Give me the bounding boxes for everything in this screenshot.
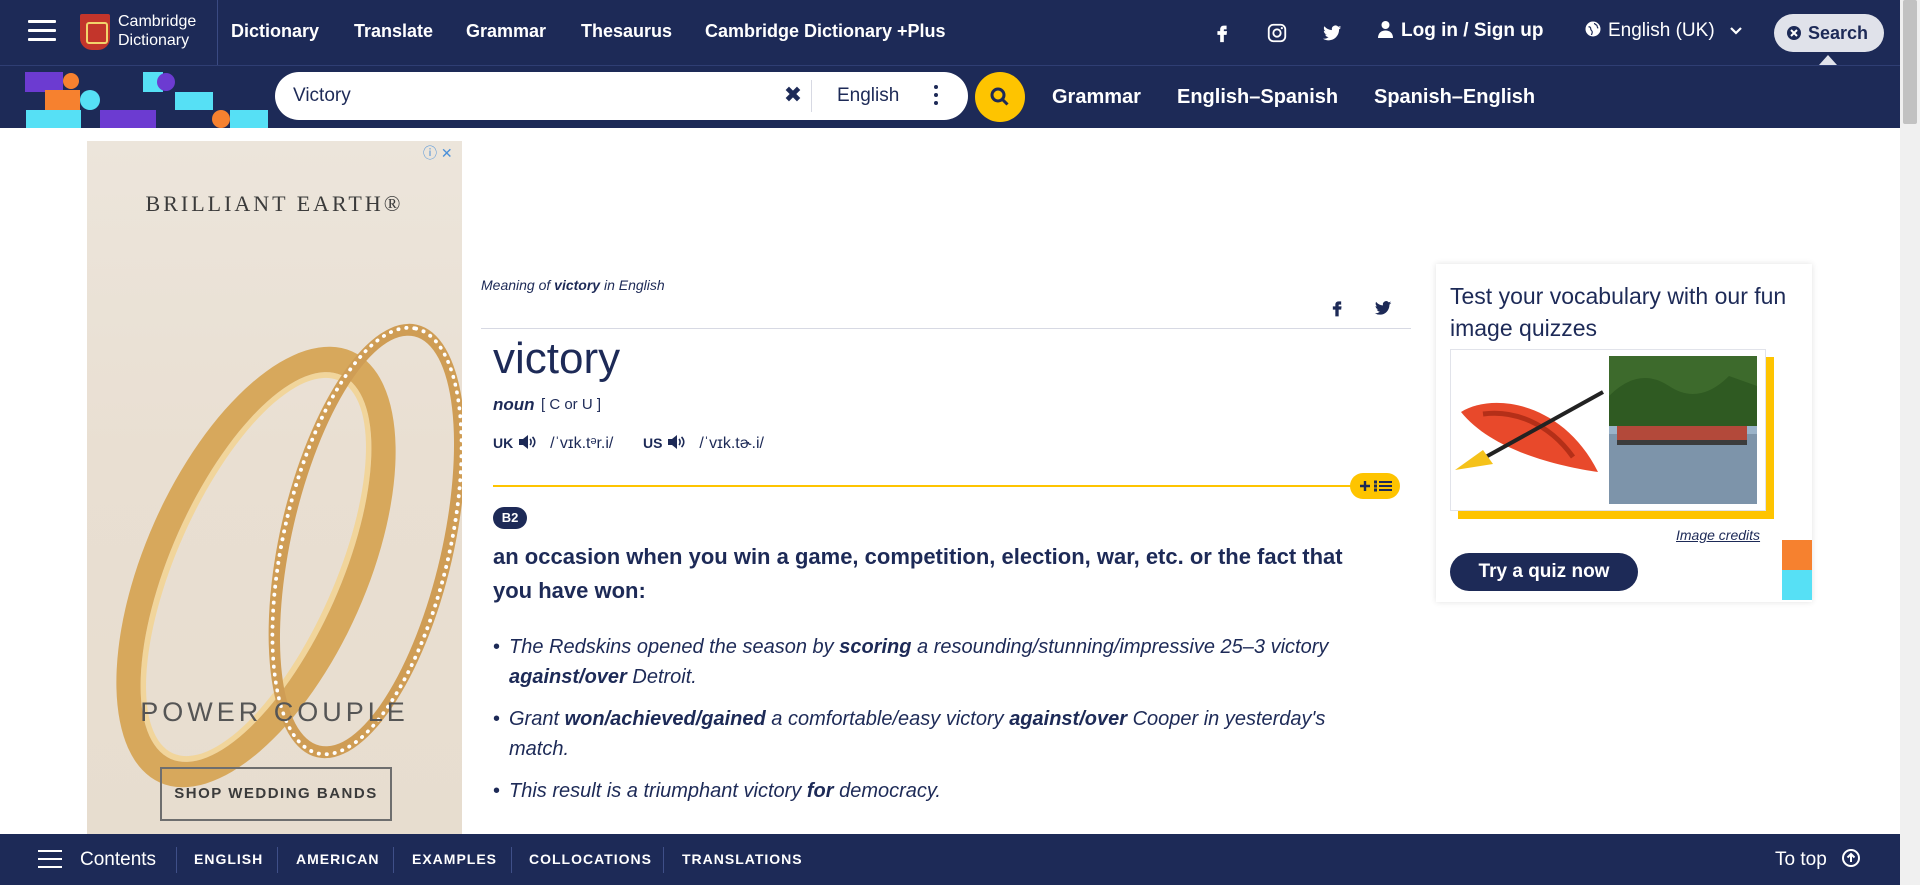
logo-line1: Cambridge [118,13,197,30]
login-label: Log in / Sign up [1401,20,1544,41]
quiz-title: Test your vocabulary with our fun image … [1450,283,1787,341]
definition: an occasion when you win a game, competi… [493,544,1343,603]
grammar-code: [ C or U ] [541,396,602,413]
speaker-uk-icon[interactable] [518,434,536,450]
kayak-image [1453,352,1605,504]
logo-line2: Dictionary [118,32,190,49]
search-icon [990,87,1009,106]
search-pointer [1819,55,1837,65]
language-selector[interactable]: English (UK) [1584,0,1742,62]
nav-grammar[interactable]: Grammar [466,0,546,62]
link-english-spanish[interactable]: English–Spanish [1177,66,1338,128]
twitter-icon[interactable] [1321,22,1343,44]
instagram-icon[interactable] [1266,22,1288,44]
divider [663,847,664,873]
uk-label: UK [493,435,514,451]
us-label: US [643,435,663,451]
arrow-up-icon [1842,849,1861,867]
ad-cta-button[interactable]: SHOP WEDDING BANDS [160,767,392,821]
decorative-square [1782,570,1812,600]
share-twitter-icon[interactable] [1373,298,1393,318]
contents-menu-icon[interactable] [38,850,62,868]
link-spanish-english[interactable]: Spanish–English [1374,66,1535,128]
page-scrollbar[interactable] [1900,0,1920,885]
search-field[interactable]: Victory ✖ English [275,72,968,120]
search-bar: Victory ✖ English Grammar English–Spanis… [0,66,1900,128]
crest-icon [80,14,110,50]
close-icon [1787,26,1801,40]
contents-bar: Contents ENGLISH AMERICAN EXAMPLES COLLO… [0,834,1900,885]
divider [811,80,812,112]
quiz-images[interactable] [1450,349,1766,511]
tab-english[interactable]: ENGLISH [194,834,263,885]
us-ipa: /ˈvɪk.tɚ.i/ [699,435,764,452]
divider [217,0,218,65]
uk-ipa: /ˈvɪk.tᵊr.i/ [550,435,614,452]
top-nav-bar: Cambridge Dictionary Dictionary Translat… [0,0,1900,66]
search-submit-button[interactable] [975,72,1025,122]
ad-brand: BRILLIANT EARTH® [145,191,404,216]
tab-examples[interactable]: EXAMPLES [412,834,497,885]
nav-plus[interactable]: Cambridge Dictionary +Plus [705,0,946,62]
meaning-prefix: Meaning of [481,277,551,293]
divider [511,847,512,873]
tab-american[interactable]: AMERICAN [296,834,379,885]
divider [277,847,278,873]
chevron-down-icon [1730,27,1742,35]
example-1: • The Redskins opened the season by scor… [493,636,1329,688]
meaning-word: victory [554,277,601,293]
speaker-us-icon[interactable] [667,434,685,450]
globe-icon [1585,21,1601,37]
to-top-label: To top [1775,849,1827,870]
clear-search-icon[interactable]: ✖ [782,84,804,106]
main-menu-icon[interactable] [28,20,56,42]
us-pronunciation: US /ˈvɪk.tɚ.i/ [643,434,764,453]
more-options-icon[interactable] [933,85,939,107]
login-link[interactable]: Log in / Sign up [1378,0,1543,62]
quiz-promo: Test your vocabulary with our fun image … [1436,264,1812,602]
meaning-label: Meaning of victory in English [481,277,665,293]
user-icon [1378,21,1393,38]
ad-choices-icon[interactable]: ⓘ ✕ [423,143,461,161]
meaning-suffix: in English [603,277,665,293]
plus-list-icon [1360,480,1392,492]
search-toggle-label: Search [1808,23,1869,43]
cefr-level-badge: B2 [493,507,527,529]
share-facebook-icon[interactable] [1327,298,1347,318]
try-quiz-button[interactable]: Try a quiz now [1450,553,1638,591]
dictionary-select[interactable]: English [837,72,899,120]
ad-tagline: POWER COUPLE [140,697,409,727]
nav-dictionary[interactable]: Dictionary [231,0,319,62]
example-2: • Grant won/achieved/gained a comfortabl… [493,708,1326,760]
facebook-icon[interactable] [1211,22,1233,44]
section-divider [493,485,1353,487]
add-to-wordlist-button[interactable] [1350,473,1400,499]
link-grammar[interactable]: Grammar [1052,66,1141,128]
search-toggle-button[interactable]: Search [1774,14,1884,52]
divider [481,328,1411,329]
to-top-button[interactable]: To top [1775,834,1861,885]
language-label: English (UK) [1608,20,1715,41]
barge-image [1609,356,1757,504]
tab-collocations[interactable]: COLLOCATIONS [529,834,652,885]
scrollbar-thumb[interactable] [1903,0,1917,124]
nav-translate[interactable]: Translate [354,0,433,62]
tab-translations[interactable]: TRANSLATIONS [682,834,803,885]
decorative-square [1782,540,1812,570]
search-input[interactable]: Victory [293,72,351,120]
contents-label[interactable]: Contents [80,834,156,885]
divider [176,847,177,873]
advertisement[interactable]: ⓘ ✕ BRILLIANT EARTH® POWER COUPLE SHOP W… [87,141,462,835]
headword: victory [493,334,621,383]
image-credits-link[interactable]: Image credits [1676,527,1760,543]
divider [393,847,394,873]
decorative-blocks [0,66,275,128]
cambridge-logo[interactable]: Cambridge Dictionary [80,13,200,51]
example-3: • This result is a triumphant victory fo… [493,780,941,802]
uk-pronunciation: UK /ˈvɪk.tᵊr.i/ [493,434,613,453]
nav-thesaurus[interactable]: Thesaurus [581,0,672,62]
part-of-speech: noun [493,395,535,414]
